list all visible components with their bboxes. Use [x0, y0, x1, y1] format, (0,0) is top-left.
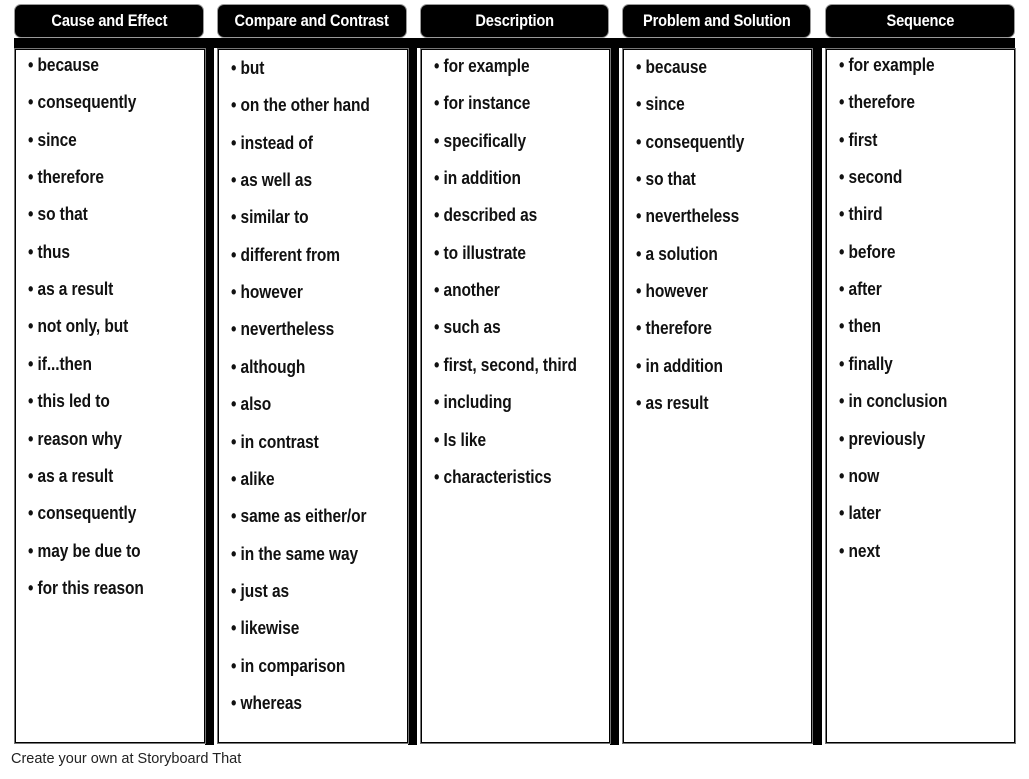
header-divider-strip — [14, 38, 1015, 48]
word-list-item: • specifically — [434, 130, 526, 151]
word-list-item: • after — [839, 279, 882, 300]
column-header-description: Description — [420, 4, 609, 38]
word-list-item: • however — [231, 282, 303, 303]
word-list-item: • likewise — [231, 618, 300, 639]
word-list-item: • now — [839, 465, 880, 486]
column-title: Cause and Effect — [51, 11, 167, 30]
word-list-item: • instead of — [231, 132, 313, 153]
word-list-item: • since — [28, 129, 77, 150]
word-list-item: • for this reason — [28, 577, 144, 598]
word-list-item: • a solution — [636, 243, 718, 264]
word-list-item: • another — [434, 280, 500, 301]
word-list-item: • finally — [839, 353, 893, 374]
word-list-item: • next — [839, 540, 881, 561]
word-list-item: • therefore — [839, 92, 915, 113]
word-list-item: • characteristics — [434, 466, 552, 487]
word-list-item: • for instance — [434, 93, 531, 114]
word-list-item: • so that — [28, 204, 88, 225]
column-title: Sequence — [886, 11, 954, 30]
word-list-item: • first, second, third — [434, 354, 577, 375]
word-list-item: • not only, but — [28, 316, 129, 337]
word-list-item: • since — [636, 94, 685, 115]
word-list-item: • nevertheless — [636, 206, 740, 227]
word-list-item: • if...then — [28, 353, 92, 374]
word-list-item: • thus — [28, 241, 70, 262]
word-list-item: • in addition — [636, 355, 723, 376]
word-list-item: • previously — [839, 428, 926, 449]
column-body-cause-and-effect: • because • consequently • since • therefor… — [15, 49, 205, 743]
word-list-item: • although — [231, 356, 306, 377]
word-list-item: • in comparison — [231, 655, 346, 676]
word-list-item: • similar to — [231, 207, 309, 228]
column-separator — [205, 38, 214, 745]
word-list-item: • different from — [231, 244, 340, 265]
column-title: Problem and Solution — [642, 11, 791, 30]
word-list-item: • whereas — [231, 692, 302, 713]
word-list-item: • may be due to — [28, 540, 141, 561]
word-list-item: • consequently — [28, 503, 137, 524]
word-list-item: • in addition — [434, 168, 521, 189]
word-list-item: • Is like — [434, 429, 486, 450]
word-list-item: • including — [434, 392, 512, 413]
storyboard-that-credit[interactable]: Create your own at Storyboard That — [11, 751, 241, 767]
column-header-problem-and-solution: Problem and Solution — [622, 4, 811, 38]
column-title: Compare and Contrast — [234, 11, 390, 30]
word-list-item: • to illustrate — [434, 242, 526, 263]
word-list-item: • as a result — [28, 279, 114, 300]
word-list-item: • this led to — [28, 391, 110, 412]
word-list-item: • as result — [636, 393, 709, 414]
word-list-item: • because — [28, 55, 99, 75]
word-list-item: • reason why — [28, 428, 122, 449]
word-list-item: • alike — [231, 468, 275, 489]
column-separator — [813, 38, 822, 745]
column-body-problem-and-solution: • because • since • consequently • so that •… — [623, 49, 812, 743]
word-list-item: • because — [636, 57, 707, 77]
word-list-item: • for example — [839, 55, 935, 75]
word-list-item: • described as — [434, 205, 538, 226]
column-header-sequence: Sequence — [825, 4, 1015, 38]
word-list-item: • consequently — [636, 131, 745, 152]
word-list-item: • as well as — [231, 170, 312, 191]
word-list-item: • later — [839, 503, 881, 524]
word-list-item: • on the other hand — [231, 95, 370, 116]
word-list-item: • before — [839, 241, 896, 262]
column-separator — [408, 38, 417, 745]
word-list-item: • just as — [231, 580, 289, 601]
word-list-item: • for example — [434, 56, 530, 76]
word-list-item: • such as — [434, 317, 501, 338]
word-list-item: • third — [839, 204, 883, 225]
column-title: Description — [475, 11, 554, 30]
column-separator — [610, 38, 619, 745]
word-list-item: • so that — [636, 169, 696, 190]
word-list-item: • first — [839, 129, 878, 150]
word-list-item: • however — [636, 281, 708, 302]
column-body-description: • for example • for instance • specificall… — [421, 49, 610, 743]
word-list-item: • in the same way — [231, 543, 358, 564]
word-list-item: • nevertheless — [231, 319, 335, 340]
column-body-compare-and-contrast: • but • on the other hand • instead of • as… — [218, 49, 408, 743]
column-body-sequence: • for example • therefore • first • second •… — [826, 49, 1015, 743]
word-list-item: • also — [231, 394, 272, 415]
word-list-item: • as a result — [28, 465, 114, 486]
word-list-item: • consequently — [28, 92, 137, 113]
word-list-item: • same as either/or — [231, 506, 367, 527]
word-list-item: • but — [231, 58, 265, 78]
word-list-item: • then — [839, 316, 881, 337]
word-list-item: • second — [839, 167, 903, 188]
word-list-item: • in contrast — [231, 431, 319, 452]
column-header-compare-and-contrast: Compare and Contrast — [217, 4, 407, 38]
word-list-item: • in conclusion — [839, 391, 948, 412]
word-list-item: • therefore — [636, 318, 712, 339]
column-header-cause-and-effect: Cause and Effect — [14, 4, 204, 38]
word-list-item: • therefore — [28, 167, 104, 188]
